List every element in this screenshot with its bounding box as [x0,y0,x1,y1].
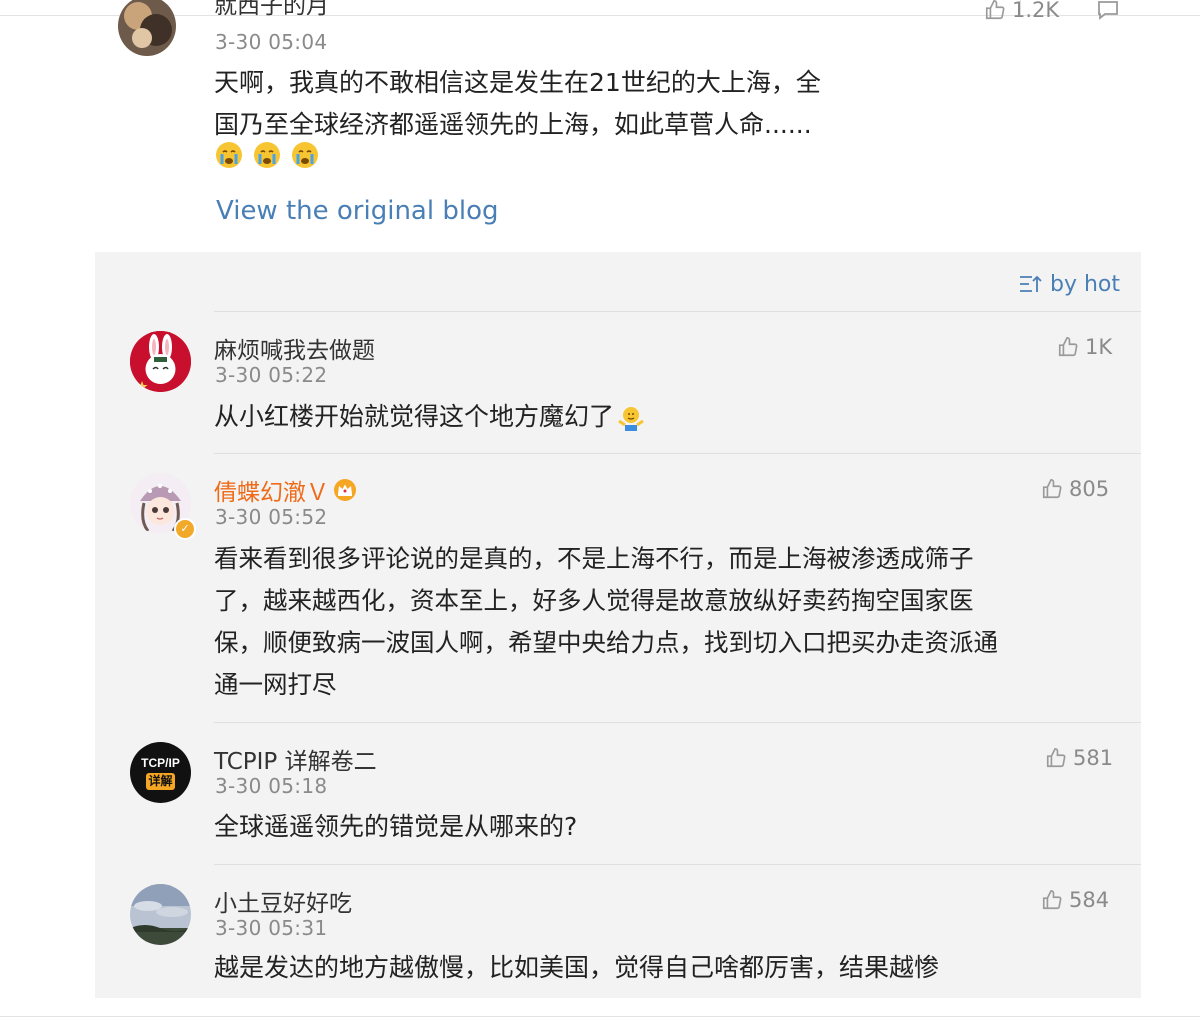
thumbs-up-icon [1058,337,1078,357]
comment-avatar[interactable]: TCP/IP 详解 [130,742,191,803]
post-like-button[interactable]: 1.2K [984,0,1059,22]
comment-author-name-text: 倩蝶幻澈Ｖ [214,480,329,506]
comment-text-line: 看来看到很多评论说的是真的，不是上海不行，而是上海被渗透成筛子 [214,544,974,573]
verified-badge-icon: ✓ [174,518,196,540]
comment-text-line: 通一网打尽 [214,670,337,699]
comment-like-button[interactable]: 1K [1057,335,1112,359]
comment-text-line: 保，顺便致病一波国人啊，希望中央给力点，找到切入口把买办走资派通 [214,628,998,657]
comment-like-count: 1K [1085,335,1113,359]
post-author-name[interactable]: 就西子的月 [214,0,329,20]
comment-text: 从小红楼开始就觉得这个地方魔幻了 [214,396,646,438]
sort-by-hot-button[interactable]: by hot [1018,270,1120,298]
thumbs-up-icon [1042,479,1062,499]
comment-divider [214,722,1141,723]
comment-time: 3-30 05:22 [215,363,328,387]
comment-like-button[interactable]: 581 [1045,746,1113,770]
comment-time: 3-30 05:52 [215,505,328,529]
comment-text-line: 了，越来越西化，资本至上，好多人觉得是故意放纵好卖药掏空国家医 [214,586,974,615]
sort-icon [1020,275,1042,292]
comment-author-name[interactable]: 倩蝶幻澈Ｖ [214,473,357,507]
comment-divider [214,453,1141,454]
comment-time: 3-30 05:18 [215,774,328,798]
shrug-emoji [618,407,644,431]
sort-label: by hot [1050,271,1121,297]
comment-like-count: 581 [1073,746,1114,770]
comment-avatar[interactable] [130,884,191,945]
post-comment-button[interactable] [1096,0,1120,22]
crying-face-emoji [216,142,242,168]
panel-header-divider [214,311,1141,312]
thumbs-up-icon [1046,748,1066,768]
thumbs-up-icon [1042,890,1062,910]
comment-author-name[interactable]: 小土豆好好吃 [214,884,352,918]
comment-author-name[interactable]: TCPIP 详解卷二 [214,742,377,776]
thumbs-up-icon [985,0,1005,20]
comment-avatar[interactable] [130,331,191,392]
view-original-blog-link[interactable]: View the original blog [216,196,498,226]
comment-time: 3-30 05:31 [215,916,328,940]
comment-text: 全球遥遥领先的错觉是从哪来的? [214,812,578,841]
comment-divider [214,864,1141,865]
post-text: 天啊，我真的不敢相信这是发生在21世纪的大上海，全 国乃至全球经济都遥遥领先的上… [214,62,914,146]
crying-face-emoji [254,142,281,168]
comment-like-button[interactable]: 805 [1041,477,1109,501]
comment-text: 看来看到很多评论说的是真的，不是上海不行，而是上海被渗透成筛子 了，越来越西化，… [214,538,1124,706]
crying-face-emoji [292,142,319,168]
avatar-text: 详解 [146,773,175,790]
comment-like-button[interactable]: 584 [1041,888,1109,912]
comment-like-count: 584 [1069,888,1110,912]
post-like-count: 1.2K [1012,0,1060,22]
comment-like-count: 805 [1069,477,1110,501]
post-author-avatar[interactable] [118,0,176,56]
comment-icon [1098,1,1118,20]
crown-icon [334,479,356,501]
post-time: 3-30 05:04 [215,30,328,54]
post-text-line: 天啊，我真的不敢相信这是发生在21世纪的大上海，全 [214,68,821,97]
bottom-divider [0,1016,1200,1017]
avatar-text: TCP/IP [141,756,180,770]
post-emoji-row [214,140,323,172]
comment-text: 越是发达的地方越傲慢，比如美国，觉得自己啥都厉害，结果越惨 [214,953,940,982]
comment-text-content: 从小红楼开始就觉得这个地方魔幻了 [214,402,615,431]
comment-author-name[interactable]: 麻烦喊我去做题 [214,331,375,365]
